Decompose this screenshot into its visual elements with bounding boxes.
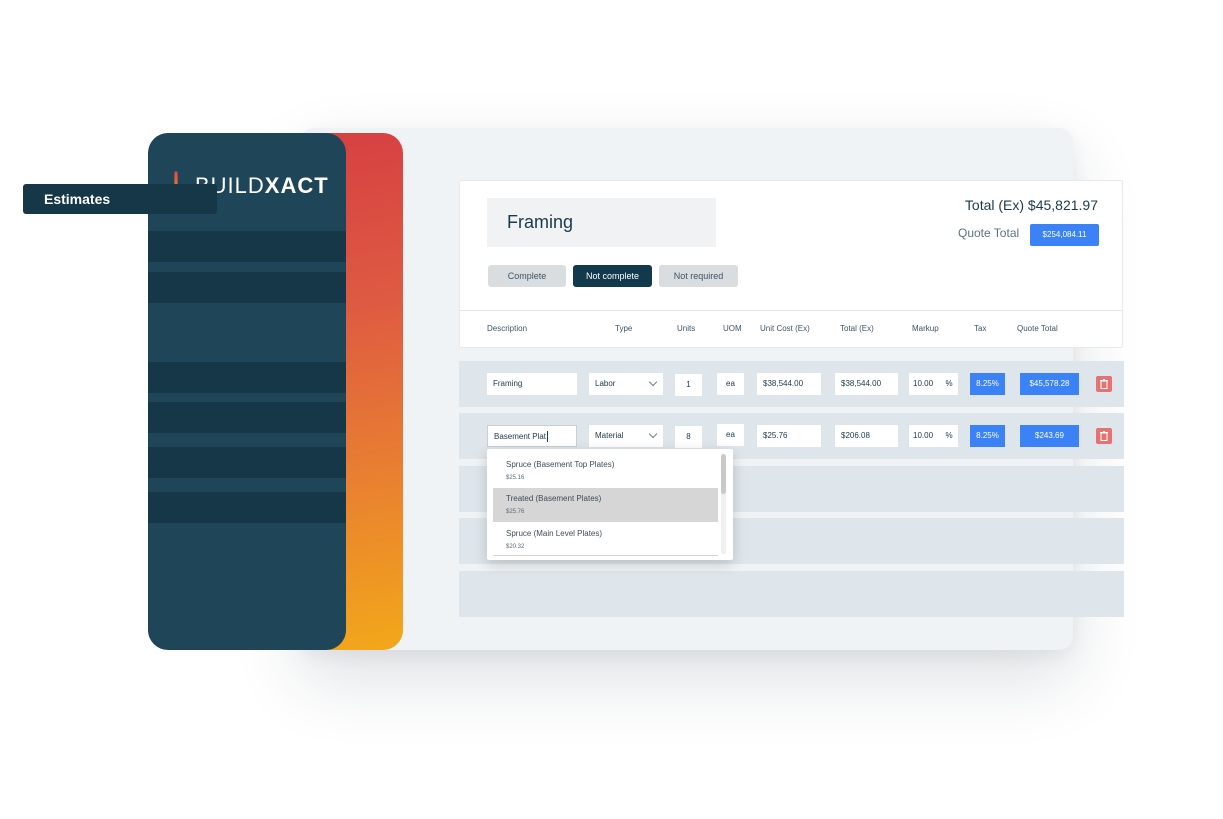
column-header-markup: Markup — [912, 324, 939, 333]
units-input[interactable]: 8 — [675, 426, 702, 448]
quote-total-label: Quote Total — [958, 226, 1020, 240]
dropdown-option[interactable]: Spruce (Basement Top Plates) $25.16 — [493, 454, 718, 488]
total-ex-value: Total (Ex) $45,821.97 — [964, 197, 1098, 213]
status-not-complete-button[interactable]: Not complete — [573, 265, 652, 287]
delete-row-button[interactable] — [1096, 428, 1112, 444]
unit-cost-input[interactable]: $25.76 — [757, 425, 821, 447]
section-title-input[interactable]: Framing — [487, 198, 716, 247]
markup-percent-symbol: % — [940, 373, 958, 395]
total-ex-cell: $38,544.00 — [835, 373, 898, 395]
text-caret — [547, 431, 549, 443]
sidebar-item-2[interactable] — [148, 272, 346, 303]
status-not-required-button[interactable]: Not required — [659, 265, 738, 287]
column-header-units: Units — [677, 324, 696, 333]
sidebar-item-estimates[interactable]: Estimates — [23, 184, 217, 214]
option-name: Spruce (Basement Top Plates) — [506, 460, 615, 469]
uom-input[interactable]: ea — [717, 424, 744, 446]
type-select[interactable]: Material — [589, 425, 663, 447]
table-row: Framing Labor 1 ea $38,544.00 $38,544.00… — [459, 361, 1124, 407]
dropdown-option-selected[interactable]: Treated (Basement Plates) $25.76 — [493, 488, 718, 522]
dropdown-scrollbar[interactable] — [721, 454, 726, 554]
column-header-tax: Tax — [974, 324, 987, 333]
description-input-active[interactable]: Basement Plat — [487, 425, 577, 447]
sidebar-item-1[interactable] — [148, 231, 346, 262]
delete-row-button[interactable] — [1096, 376, 1112, 392]
chevron-down-icon — [648, 429, 658, 439]
column-header-unit-cost: Unit Cost (Ex) — [760, 324, 810, 333]
option-price: $25.76 — [506, 509, 525, 515]
trash-icon — [1100, 431, 1108, 441]
dropdown-separator — [493, 555, 718, 556]
column-header-total: Total (Ex) — [840, 324, 874, 333]
status-complete-button[interactable]: Complete — [488, 265, 566, 287]
quote-total-badge[interactable]: $254,084.11 — [1030, 224, 1099, 246]
sidebar-item-6[interactable] — [148, 492, 346, 523]
sidebar-item-3[interactable] — [148, 362, 346, 393]
option-name: Treated (Basement Plates) — [506, 494, 602, 503]
autocomplete-dropdown: Spruce (Basement Top Plates) $25.16 Trea… — [487, 449, 733, 560]
scrollbar-thumb[interactable] — [721, 454, 726, 494]
tax-badge[interactable]: 8.25% — [970, 425, 1005, 447]
type-select-value: Material — [595, 431, 624, 440]
markup-percent-symbol: % — [940, 425, 958, 447]
tax-badge[interactable]: 8.25% — [970, 373, 1005, 395]
markup-input[interactable]: 10.00 — [909, 425, 940, 447]
column-header-uom: UOM — [723, 324, 742, 333]
trash-icon — [1100, 379, 1108, 389]
column-header-quote-total: Quote Total — [1017, 324, 1058, 333]
sidebar-item-4[interactable] — [148, 402, 346, 433]
description-input[interactable]: Framing — [487, 373, 577, 395]
sidebar-item-5[interactable] — [148, 447, 346, 478]
total-ex-cell: $206.08 — [835, 425, 898, 447]
option-price: $25.16 — [506, 475, 525, 481]
description-input-value: Basement Plat — [494, 432, 547, 441]
header-divider — [460, 310, 1122, 311]
column-header-type: Type — [615, 324, 633, 333]
chevron-down-icon — [648, 377, 658, 387]
uom-input[interactable]: ea — [717, 373, 744, 395]
option-price: $20.32 — [506, 544, 525, 550]
quote-total-cell: $45,578.28 — [1020, 373, 1079, 395]
units-input[interactable]: 1 — [675, 374, 702, 396]
column-header-description: Description — [487, 324, 528, 333]
brand-name-part2: XACT — [264, 173, 329, 198]
option-name: Spruce (Main Level Plates) — [506, 529, 603, 538]
empty-row — [459, 571, 1124, 617]
markup-input[interactable]: 10.00 — [909, 373, 940, 395]
type-select[interactable]: Labor — [589, 373, 663, 395]
quote-total-cell: $243.69 — [1020, 425, 1079, 447]
unit-cost-input[interactable]: $38,544.00 — [757, 373, 821, 395]
dropdown-option[interactable]: Spruce (Main Level Plates) $20.32 — [493, 523, 718, 557]
type-select-value: Labor — [595, 379, 616, 388]
estimate-header-card: Framing Complete Not complete Not requir… — [459, 180, 1123, 348]
